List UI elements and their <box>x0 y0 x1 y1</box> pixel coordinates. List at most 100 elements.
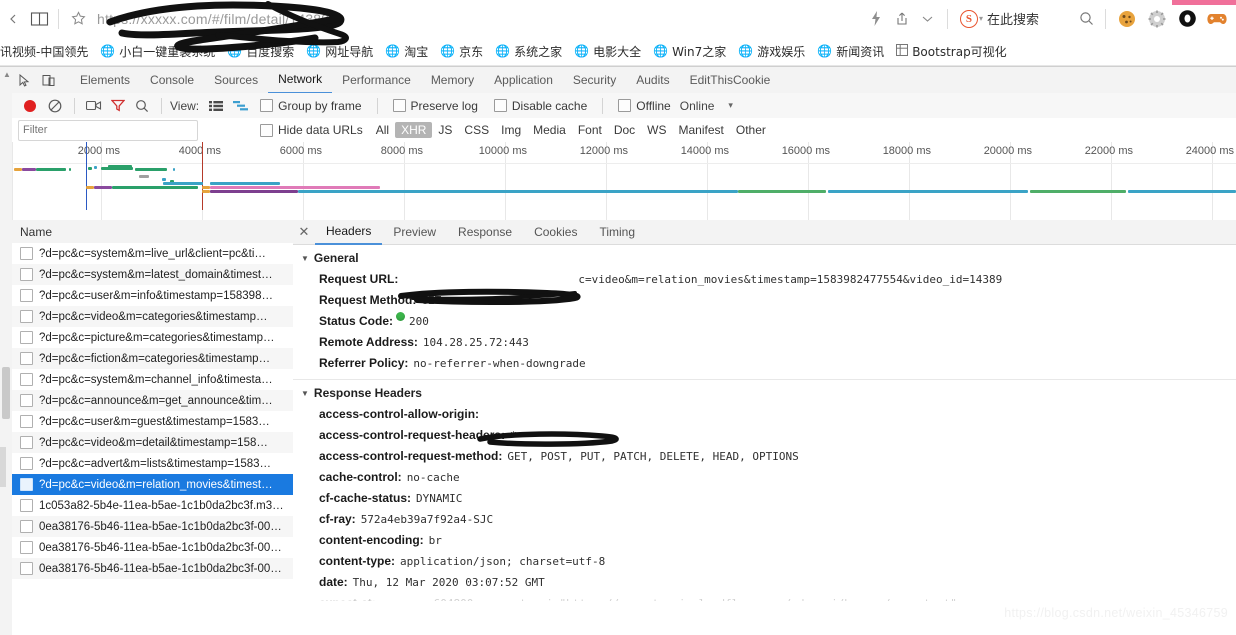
request-checkbox[interactable] <box>20 499 33 512</box>
bookmark-item[interactable]: 🌐 小白一键重装系统 <box>94 40 221 62</box>
tab-preview[interactable]: Preview <box>382 221 447 244</box>
book-icon[interactable] <box>26 6 52 32</box>
request-row[interactable]: ?d=pc&c=picture&m=categories&timestamp… <box>12 327 293 348</box>
network-overview-timeline[interactable]: 2000 ms 4000 ms 6000 ms 8000 ms 10000 ms… <box>12 142 1236 221</box>
request-row[interactable]: 0ea38176-5b46-11ea-b5ae-1c1b0da2bc3f-00… <box>12 516 293 537</box>
clear-no-entry-icon[interactable] <box>44 95 66 117</box>
tab-console[interactable]: Console <box>140 68 204 93</box>
gear-extension-icon[interactable] <box>1146 8 1168 30</box>
checkbox-box[interactable] <box>260 99 273 112</box>
bookmark-item[interactable]: 🌐 新闻资讯 <box>811 40 890 62</box>
bookmark-item[interactable]: 🌐 系统之家 <box>489 40 568 62</box>
request-checkbox[interactable] <box>20 247 33 260</box>
request-checkbox[interactable] <box>20 310 33 323</box>
bookmark-item[interactable]: Bootstrap可视化 <box>890 40 1012 62</box>
tab-response[interactable]: Response <box>447 221 523 244</box>
filter-type-all[interactable]: All <box>370 122 395 138</box>
bookmark-item[interactable]: 🌐 淘宝 <box>379 40 434 62</box>
requests-list[interactable]: ?d=pc&c=system&m=live_url&client=pc&ti… … <box>12 243 294 635</box>
tab-cookies[interactable]: Cookies <box>523 221 588 244</box>
request-checkbox[interactable] <box>20 520 33 533</box>
tab-editthiscookie[interactable]: EditThisCookie <box>680 68 781 93</box>
search-icon[interactable] <box>1073 6 1099 32</box>
filter-type-css[interactable]: CSS <box>458 122 495 138</box>
request-row[interactable]: ?d=pc&c=system&m=channel_info&timesta… <box>12 369 293 390</box>
scroll-up-icon[interactable]: ▲ <box>3 70 11 79</box>
tab-timing[interactable]: Timing <box>588 221 646 244</box>
filter-type-font[interactable]: Font <box>572 122 608 138</box>
search-icon[interactable] <box>131 95 153 117</box>
sogou-chevron-icon[interactable]: ▾ <box>979 14 983 23</box>
request-checkbox[interactable] <box>20 373 33 386</box>
share-icon[interactable] <box>889 6 915 32</box>
request-checkbox[interactable] <box>20 478 33 491</box>
request-checkbox[interactable] <box>20 268 33 281</box>
request-checkbox[interactable] <box>20 394 33 407</box>
request-row[interactable]: ?d=pc&c=video&m=detail&timestamp=158… <box>12 432 293 453</box>
tab-audits[interactable]: Audits <box>626 68 679 93</box>
request-row[interactable]: ?d=pc&c=system&m=latest_domain&timest… <box>12 264 293 285</box>
back-arrow-icon[interactable] <box>0 6 26 32</box>
filter-type-img[interactable]: Img <box>495 122 527 138</box>
request-row[interactable]: 1c053a82-5b4e-11ea-b5ae-1c1b0da2bc3f.m3… <box>12 495 293 516</box>
bookmark-item[interactable]: 🌐 游戏娱乐 <box>732 40 811 62</box>
bookmark-item[interactable]: 讯视频-中国领先 <box>0 40 94 62</box>
request-row[interactable]: ?d=pc&c=video&m=categories&timestamp… <box>12 306 293 327</box>
scrollbar-thumb[interactable] <box>2 367 10 419</box>
request-row[interactable]: 0ea38176-5b46-11ea-b5ae-1c1b0da2bc3f-00… <box>12 537 293 558</box>
tab-network[interactable]: Network <box>268 67 332 94</box>
tab-performance[interactable]: Performance <box>332 68 421 93</box>
inspect-cursor-icon[interactable] <box>12 68 36 92</box>
request-row-selected[interactable]: ?d=pc&c=video&m=relation_movies&timest… <box>12 474 293 495</box>
checkbox-box[interactable] <box>393 99 406 112</box>
star-icon[interactable] <box>65 6 91 32</box>
tab-security[interactable]: Security <box>563 68 626 93</box>
chevron-down-icon[interactable] <box>915 6 941 32</box>
tab-application[interactable]: Application <box>484 68 563 93</box>
checkbox-box[interactable] <box>618 99 631 112</box>
filter-type-media[interactable]: Media <box>527 122 572 138</box>
waterfall-view-icon[interactable] <box>229 95 251 117</box>
request-checkbox[interactable] <box>20 562 33 575</box>
bookmark-item[interactable]: 🌐 百度搜索 <box>221 40 300 62</box>
list-view-icon[interactable] <box>205 95 227 117</box>
filter-type-ws[interactable]: WS <box>641 122 672 138</box>
tab-headers[interactable]: Headers <box>315 220 382 245</box>
bookmark-item[interactable]: 🌐 电影大全 <box>568 40 647 62</box>
lightning-icon[interactable] <box>863 6 889 32</box>
preserve-log-checkbox[interactable]: Preserve log <box>386 99 485 113</box>
chevron-down-icon[interactable]: ▾ <box>720 100 741 111</box>
request-row[interactable]: ?d=pc&c=system&m=live_url&client=pc&ti… <box>12 243 293 264</box>
checkbox-box[interactable] <box>260 124 273 137</box>
request-checkbox[interactable] <box>20 457 33 470</box>
bookmark-item[interactable]: 🌐 京东 <box>434 40 489 62</box>
response-headers-section-header[interactable]: ▼ Response Headers <box>293 380 1236 404</box>
request-checkbox[interactable] <box>20 289 33 302</box>
request-checkbox[interactable] <box>20 352 33 365</box>
offline-checkbox[interactable]: Offline <box>611 99 677 113</box>
filter-type-manifest[interactable]: Manifest <box>673 122 730 138</box>
group-by-frame-checkbox[interactable]: Group by frame <box>253 99 368 113</box>
request-row[interactable]: ?d=pc&c=advert&m=lists&timestamp=1583… <box>12 453 293 474</box>
device-toggle-icon[interactable] <box>36 68 60 92</box>
sogou-search-box[interactable]: S ▾ 在此搜索 <box>954 6 1045 32</box>
bookmark-item[interactable]: 🌐 Win7之家 <box>647 40 732 62</box>
address-bar[interactable]: https://xxxxx.com/#/film/detail/14389 <box>91 5 863 33</box>
hide-data-urls-checkbox[interactable]: Hide data URLs <box>253 123 370 137</box>
filter-type-js[interactable]: JS <box>432 122 458 138</box>
request-row[interactable]: 0ea38176-5b46-11ea-b5ae-1c1b0da2bc3f-00… <box>12 558 293 579</box>
opera-ring-icon[interactable] <box>1176 8 1198 30</box>
disable-cache-checkbox[interactable]: Disable cache <box>487 99 594 113</box>
request-row[interactable]: ?d=pc&c=user&m=guest&timestamp=1583… <box>12 411 293 432</box>
checkbox-box[interactable] <box>494 99 507 112</box>
request-row[interactable]: ?d=pc&c=fiction&m=categories&timestamp… <box>12 348 293 369</box>
request-checkbox[interactable] <box>20 415 33 428</box>
request-row[interactable]: ?d=pc&c=announce&m=get_announce&tim… <box>12 390 293 411</box>
bookmark-item[interactable]: 🌐 网址导航 <box>300 40 379 62</box>
tab-sources[interactable]: Sources <box>204 68 268 93</box>
request-row[interactable]: ?d=pc&c=user&m=info&timestamp=158398… <box>12 285 293 306</box>
camera-icon[interactable] <box>83 95 105 117</box>
close-icon[interactable]: ✕ <box>293 221 315 244</box>
request-checkbox[interactable] <box>20 541 33 554</box>
request-checkbox[interactable] <box>20 331 33 344</box>
